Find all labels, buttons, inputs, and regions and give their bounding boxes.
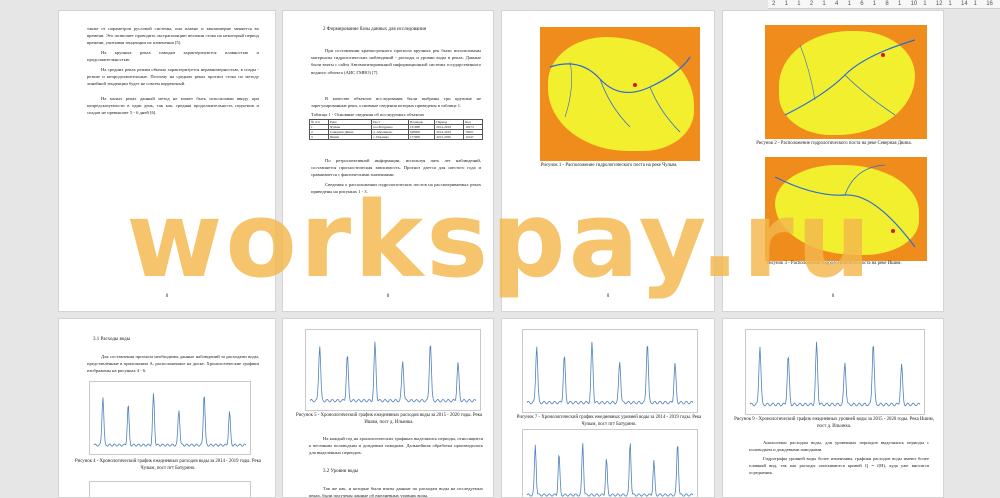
paragraph: В качестве объектов исследования были вы… (311, 96, 481, 109)
chart-plot (749, 341, 921, 407)
section-heading: 2 Формирование базы данных для исследова… (323, 27, 426, 32)
ruler-label: 1 (923, 1, 927, 7)
ruler-label: 1 (797, 1, 801, 7)
ruler-label: 8 (885, 1, 889, 7)
ruler-label: 1 (784, 1, 788, 7)
ruler-label: 16 (986, 1, 993, 7)
table-cell: 2015-2020 (434, 134, 465, 140)
table-row: 3 Ишим с. Ильинка 177000 2015-2020 11047 (308, 134, 483, 140)
river-network-icon (549, 56, 691, 133)
section-heading: 3.1 Расходы воды (93, 337, 131, 342)
line-chart-levels-2 (522, 429, 698, 497)
document-page-8[interactable]: Рисунок 9 - Хронологический график ежедн… (722, 318, 944, 498)
ruler-label: 14 (961, 1, 968, 7)
table-cell: 3 (308, 134, 330, 140)
ruler-label: 10 (910, 1, 918, 7)
info-table: № п/п Река Пост Площадь Период Код 1 Чул… (308, 119, 483, 140)
ruler-label: 4 (835, 1, 839, 7)
chart-plot (309, 341, 477, 403)
ruler-label: 2 (772, 1, 776, 7)
map-figure-sdvina (765, 25, 927, 139)
document-page-7[interactable]: Рисунок 7 - Хронологический график ежедн… (501, 318, 715, 498)
document-page-5[interactable]: 3.1 Расходы воды Для составления прогноз… (58, 318, 276, 498)
ruler-label: 1 (847, 1, 851, 7)
table-cell: Ишим (328, 134, 373, 140)
figure-caption: Рисунок 5 - Хронологический график ежедн… (295, 413, 483, 425)
line-chart-discharge (89, 381, 251, 455)
line-chart-discharge (305, 329, 481, 411)
watermark: workspay.ru (126, 179, 874, 301)
table-cell: с. Ильинка (371, 134, 409, 140)
line-chart-partial (89, 481, 251, 497)
chart-plot (93, 393, 247, 447)
document-page-6[interactable]: Рисунок 5 - Хронологический график ежедн… (282, 318, 494, 498)
line-chart-levels (522, 329, 698, 413)
ruler-label: 2 (809, 1, 814, 7)
table-cell: 11047 (463, 134, 483, 140)
paragraph: Гидрографы уровней воды более изменчивы,… (749, 456, 929, 476)
table-cell: 177000 (407, 134, 436, 140)
ruler-label: 6 (860, 1, 864, 7)
ruler-label: 1 (898, 1, 902, 7)
figure-caption: Рисунок 4 - Хронологический график ежедн… (74, 459, 262, 471)
paragraph: На каждый год на хронологических графика… (309, 436, 483, 456)
ruler-label: 1 (872, 1, 877, 7)
paragraph: На средних реках режим обычно характериз… (87, 67, 259, 87)
ruler-label: 1 (822, 1, 826, 7)
figure-caption: Рисунок 1 - Расположение гидрологическог… (540, 163, 678, 168)
chart-plot (526, 341, 694, 405)
ruler-label: 1 (973, 1, 977, 7)
paragraph: также от параметров русловой системы, он… (87, 26, 259, 46)
paragraph: По ретроспективной информации, используя… (311, 158, 481, 178)
section-heading: 3.2 Уровни воды (323, 469, 359, 474)
figure-caption: Рисунок 9 - Хронологический график ежедн… (734, 417, 934, 429)
map-figure-chulym (540, 27, 700, 161)
paragraph: При составлении краткосрочного прогноза … (311, 48, 481, 75)
figure-caption: Рисунок 7 - Хронологический график ежедн… (516, 415, 702, 427)
paragraph: На малых реках данный метод не может быт… (87, 96, 259, 116)
horizontal-ruler[interactable]: 2 1 1 2 1 4 1 6 1 8 1 10 1 12 1 14 1 16 (768, 0, 1000, 9)
ruler-label: 1 (948, 1, 952, 7)
paragraph: Так же как, и которые были взяты данные … (309, 486, 483, 498)
paragraph: Для составления прогноза необходимы данн… (87, 354, 259, 374)
ruler-label: 12 (935, 1, 943, 7)
chart-plot (526, 443, 694, 497)
paragraph: На крупных реках паводки характеризуются… (87, 50, 259, 63)
paragraph: Аналогично расходам воды, для уровенных … (749, 440, 929, 453)
table-caption: Таблица 1 - Основные сведения об исследу… (311, 112, 425, 117)
river-network-icon (784, 39, 916, 116)
figure-caption: Рисунок 2 - Расположение гидрологическог… (756, 141, 912, 146)
line-chart-levels (745, 329, 925, 415)
